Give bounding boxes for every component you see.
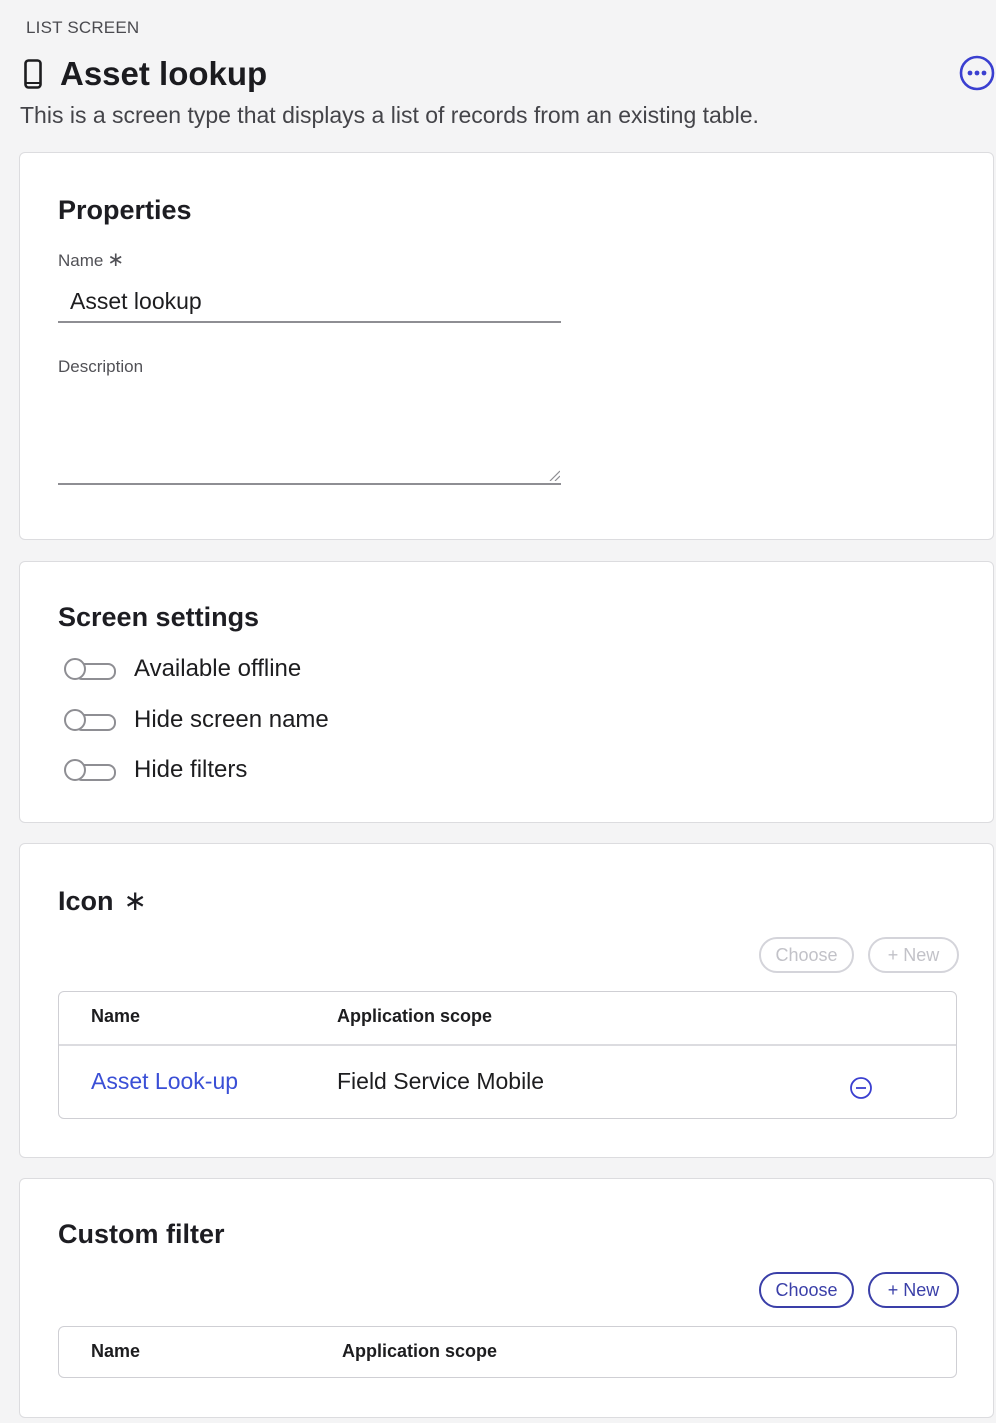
custom-filter-table: Name Application scope [58,1326,957,1378]
name-input[interactable] [58,281,561,323]
icon-card: Icon ∗ Choose + New Name Application scop… [19,843,994,1158]
toggle-label: Hide screen name [134,706,329,733]
properties-heading: Properties [58,195,192,225]
icon-choose-button[interactable]: Choose [759,937,854,973]
table-header: Name Application scope [59,1327,956,1377]
custom-filter-card: Custom filter Choose + New Name Applicat… [19,1178,994,1418]
table-header: Name Application scope [59,992,956,1046]
icon-heading: Icon ∗ [58,884,147,917]
column-header-name: Name [91,1341,141,1361]
toggle-switch[interactable] [64,759,116,781]
toggle-label: Hide filters [134,756,248,783]
resize-handle-icon[interactable] [548,469,560,481]
toggle-switch[interactable] [64,709,116,731]
screen-settings-heading: Screen settings [58,602,260,632]
name-field-label: Name ∗ [58,247,124,272]
toggle-hide-screen-name[interactable]: Hide screen name [64,703,329,737]
screen-settings-card: Screen settings Available offline Hide s… [19,561,994,823]
custom-filter-heading: Custom filter [58,1219,225,1249]
screen-type-eyebrow: LIST SCREEN [26,18,140,37]
page-subtitle: This is a screen type that displays a li… [20,102,759,128]
filter-new-button[interactable]: + New [868,1272,959,1308]
toggle-knob [64,709,86,731]
page-header: Asset lookup [24,52,267,96]
properties-card: Properties Name∗ Description [19,152,994,540]
column-header-name: Name [91,1006,141,1026]
icon-new-button[interactable]: + New [868,937,959,973]
toggle-label: Available offline [134,655,302,682]
required-asterisk-icon: ∗ [123,885,147,916]
table-row: Asset Look-up Field Service Mobile [59,1046,956,1120]
toggle-knob [64,658,86,680]
name-label-text: Name [58,251,104,270]
toggle-available-offline[interactable]: Available offline [64,652,301,686]
more-options-icon[interactable] [958,54,996,92]
toggle-knob [64,759,86,781]
icon-heading-text: Icon [58,886,114,916]
description-textarea[interactable] [58,385,561,485]
column-header-application-scope: Application scope [337,1006,493,1026]
icon-table: Name Application scope Asset Look-up Fie… [58,991,957,1119]
icon-record-link[interactable]: Asset Look-up [91,1068,238,1095]
application-scope-cell: Field Service Mobile [337,1068,545,1094]
required-asterisk-icon: ∗ [107,249,125,271]
remove-icon[interactable] [849,1076,873,1100]
toggle-switch[interactable] [64,658,116,680]
page-title: Asset lookup [60,55,268,92]
filter-choose-button[interactable]: Choose [759,1272,854,1308]
mobile-phone-icon [24,59,42,89]
column-header-application-scope: Application scope [342,1341,498,1361]
toggle-hide-filters[interactable]: Hide filters [64,753,247,787]
description-field-label: Description [58,357,144,376]
